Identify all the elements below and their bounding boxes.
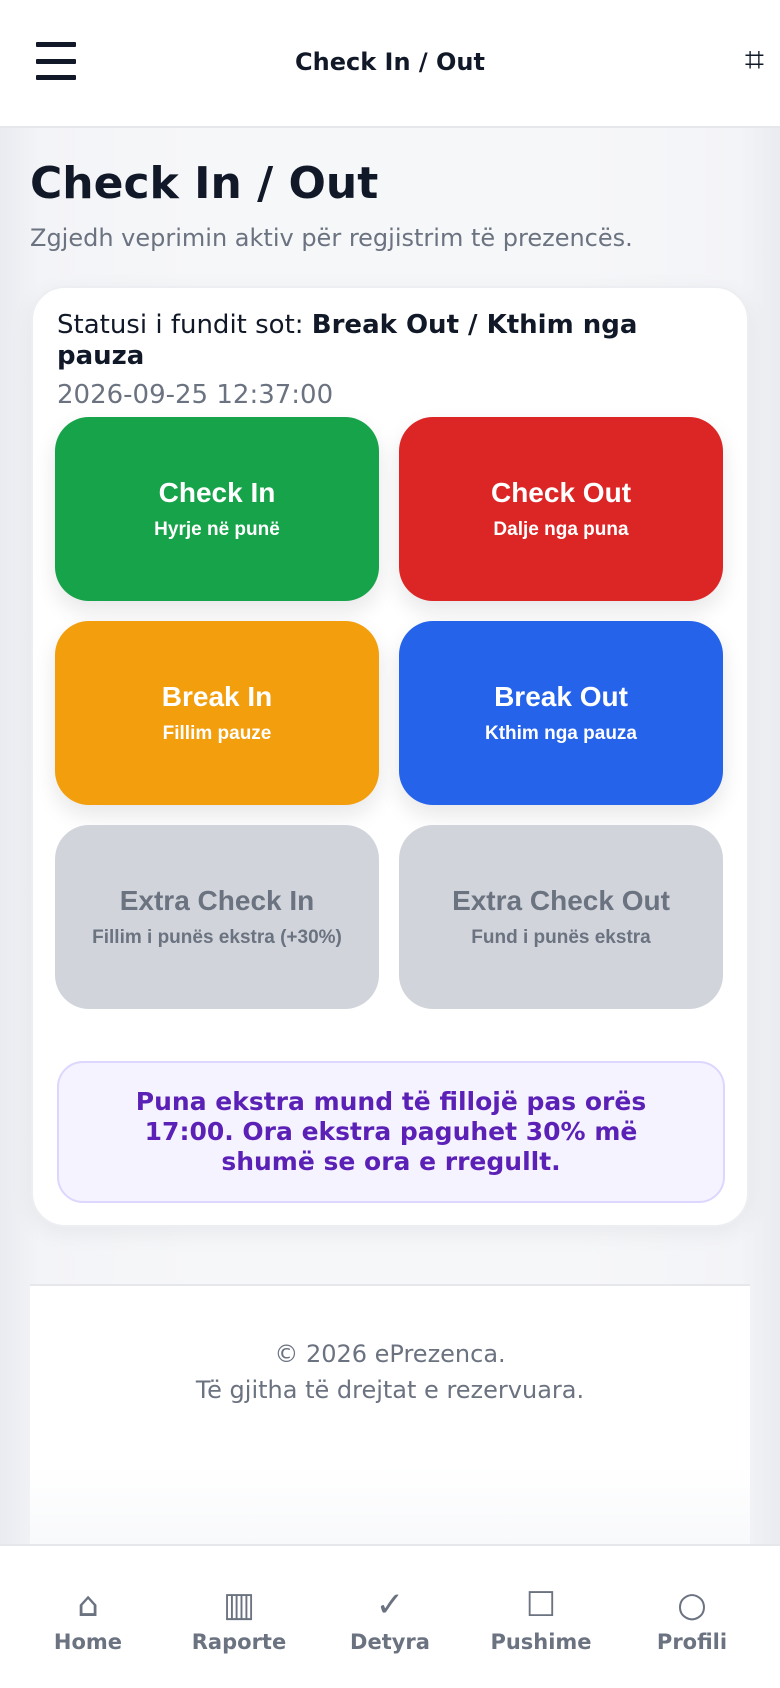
- reports-icon: ▥: [222, 1585, 256, 1625]
- footer-rights: Të gjitha të drejtat e rezervuara.: [195, 1376, 585, 1404]
- footer: © 2026 ePrezenca. Të gjitha të drejtat e…: [30, 1284, 750, 1544]
- extra-check-out-button[interactable]: Extra Check Out Fund i punës ekstra: [399, 825, 723, 1009]
- nav-label-raporte: Raporte: [191, 1630, 287, 1654]
- header-title: Check In / Out: [295, 48, 485, 76]
- circle-icon: ○: [677, 1585, 707, 1625]
- check-out-label: Check Out: [490, 477, 632, 508]
- nav-item-profili[interactable]: ○ Profili: [627, 1584, 757, 1654]
- nav-label-detyra: Detyra: [350, 1630, 430, 1654]
- extra-check-out-sublabel: Fund i punës ekstra: [471, 927, 651, 948]
- extra-check-in-button[interactable]: Extra Check In Fillim i punës ekstra (+3…: [55, 825, 379, 1009]
- status-line: Statusi i fundit sot: Break Out / Kthim …: [57, 310, 697, 372]
- extra-check-in-sublabel: Fillim i punës ekstra (+30%): [92, 927, 342, 948]
- check-icon: ✓: [375, 1585, 405, 1625]
- nav-label-profili: Profili: [656, 1630, 728, 1654]
- app-header: Check In / Out ⌗: [0, 0, 780, 128]
- status-timestamp: 2026-09-25 12:37:00: [57, 380, 334, 410]
- bottom-nav: ⌂ Home ▥ Raporte ✓ Detyra ☐ Pushime ○ Pr…: [0, 1544, 780, 1688]
- nav-label-home: Home: [53, 1630, 123, 1654]
- extra-work-info: Puna ekstra mund të fillojë pas orës 17:…: [57, 1061, 725, 1203]
- check-in-sublabel: Hyrje në punë: [154, 519, 280, 540]
- home-icon: ⌂: [77, 1585, 99, 1625]
- footer-copyright: © 2026 ePrezenca.: [274, 1340, 506, 1368]
- extra-check-in-label: Extra Check In: [119, 885, 315, 916]
- break-in-button[interactable]: Break In Fillim pauze: [55, 621, 379, 805]
- hash-icon[interactable]: ⌗: [745, 40, 764, 80]
- square-icon: ☐: [525, 1585, 557, 1625]
- check-in-card: Statusi i fundit sot: Break Out / Kthim …: [31, 286, 749, 1227]
- nav-item-home[interactable]: ⌂ Home: [23, 1584, 153, 1654]
- nav-item-pushime[interactable]: ☐ Pushime: [476, 1584, 606, 1654]
- break-in-label: Break In: [161, 681, 273, 712]
- break-in-sublabel: Fillim pauze: [162, 723, 272, 744]
- check-in-button[interactable]: Check In Hyrje në punë: [55, 417, 379, 601]
- extra-check-out-label: Extra Check Out: [452, 885, 670, 916]
- nav-label-pushime: Pushime: [490, 1630, 592, 1654]
- page-subtitle: Zgjedh veprimin aktiv për regjistrim të …: [30, 224, 633, 252]
- page-title: Check In / Out: [30, 158, 379, 209]
- check-out-sublabel: Dalje nga puna: [493, 519, 629, 540]
- check-out-button[interactable]: Check Out Dalje nga puna: [399, 417, 723, 601]
- nav-item-raporte[interactable]: ▥ Raporte: [174, 1584, 304, 1654]
- break-out-sublabel: Kthim nga pauza: [484, 723, 637, 744]
- break-out-button[interactable]: Break Out Kthim nga pauza: [399, 621, 723, 805]
- nav-item-detyra[interactable]: ✓ Detyra: [325, 1584, 455, 1654]
- break-out-label: Break Out: [494, 681, 628, 712]
- check-in-label: Check In: [158, 477, 276, 508]
- status-label: Statusi i fundit sot:: [57, 310, 304, 340]
